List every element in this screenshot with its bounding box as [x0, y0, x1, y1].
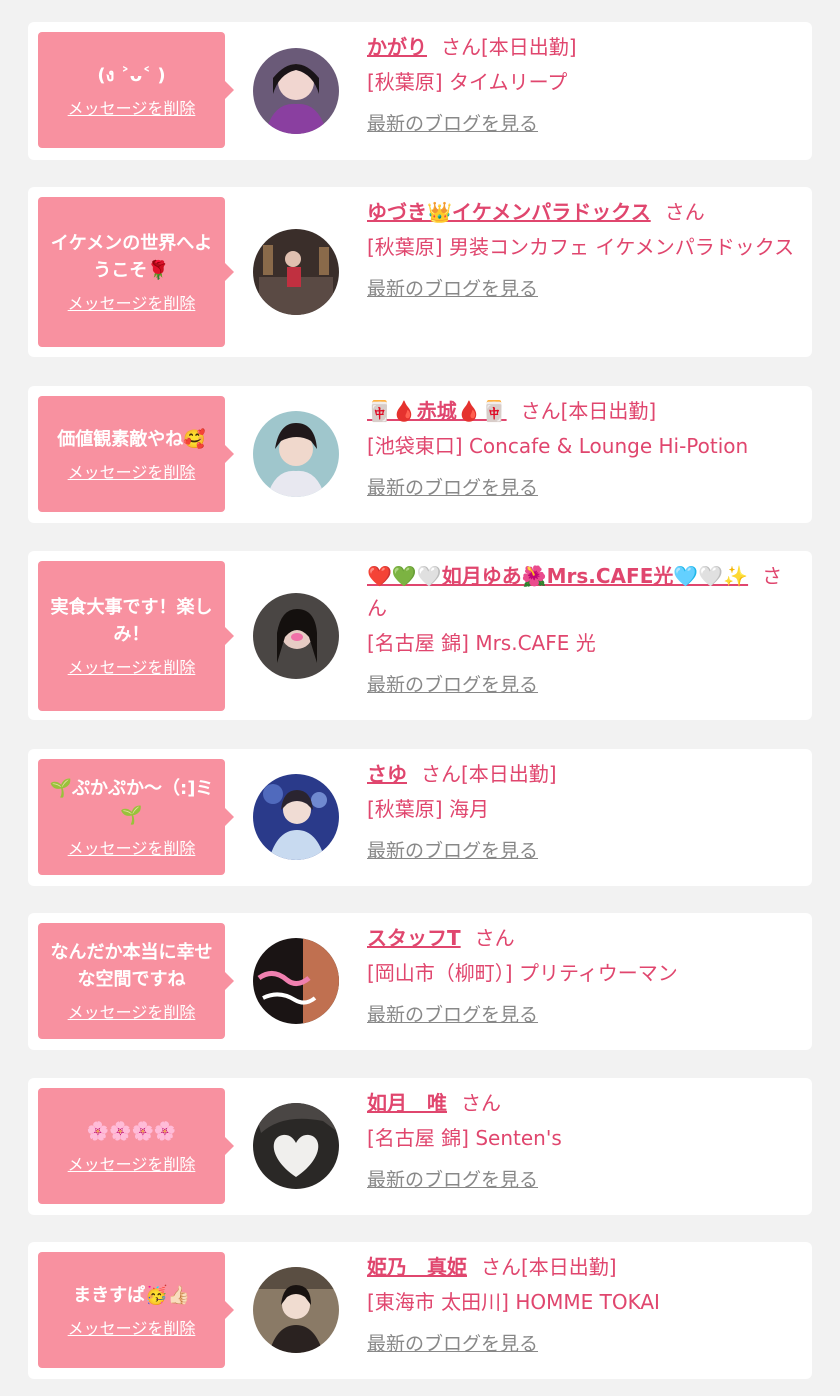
- message-bubble: 価値観素敵やね🥰 メッセージを削除: [38, 396, 234, 512]
- message-text: 🌱ぷかぷか〜（:]ミ🌱: [49, 778, 214, 826]
- avatar[interactable]: [253, 938, 339, 1024]
- cast-info: ❤️💚🤍如月ゆあ🌺Mrs.CAFE光🩵🤍✨ さん [名古屋 錦] Mrs.CAFE…: [367, 560, 797, 699]
- message-text: 実食大事です！楽しみ！: [50, 597, 213, 645]
- cast-info: ゆづき👑イケメンパラドックス さん [秋葉原] 男装コンカフェ イケメンパラドック…: [367, 196, 797, 303]
- delete-message-link[interactable]: メッセージを削除: [68, 1151, 196, 1175]
- avatar[interactable]: [253, 48, 339, 134]
- delete-message-link[interactable]: メッセージを削除: [68, 835, 196, 859]
- delete-message-link[interactable]: メッセージを削除: [68, 459, 196, 483]
- cast-name-link[interactable]: 如月 唯: [367, 1091, 447, 1115]
- cast-name-link[interactable]: 🀄🩸赤城🩸🀄: [367, 399, 507, 423]
- name-line: ❤️💚🤍如月ゆあ🌺Mrs.CAFE光🩵🤍✨ さん: [367, 560, 797, 624]
- cast-name-link[interactable]: スタッフT: [367, 926, 461, 950]
- avatar-photo: [253, 1103, 339, 1189]
- honorific-text: さん[本日出勤]: [441, 35, 577, 59]
- shop-text: [秋葉原] タイムリープ: [367, 70, 568, 94]
- message-text: イケメンの世界へようこそ🌹: [50, 233, 213, 281]
- latest-blog-link[interactable]: 最新のブログを見る: [367, 837, 538, 865]
- name-line: 姫乃 真姫 さん[本日出勤]: [367, 1251, 797, 1283]
- message-bubble: 実食大事です！楽しみ！ メッセージを削除: [38, 561, 234, 711]
- cast-info: スタッフT さん [岡山市（柳町）] プリティウーマン 最新のブログを見る: [367, 922, 797, 1029]
- cast-info: 姫乃 真姫 さん[本日出勤] [東海市 太田川] HOMME TOKAI 最新のブ…: [367, 1251, 797, 1358]
- cast-info: 如月 唯さん [名古屋 錦] Senten's 最新のブログを見る: [367, 1087, 797, 1194]
- message-card: (ง ˃ᴗ˂ ) メッセージを削除 かがり さん[本日出勤] [秋葉原] タイムリ…: [28, 22, 812, 160]
- message-bubble: なんだか本当に幸せな空間ですね メッセージを削除: [38, 923, 234, 1039]
- avatar[interactable]: [253, 1103, 339, 1189]
- message-text: (ง ˃ᴗ˂ ): [97, 64, 166, 86]
- avatar-photo: [253, 1267, 339, 1353]
- cast-name-link[interactable]: ❤️💚🤍如月ゆあ🌺Mrs.CAFE光🩵🤍✨: [367, 564, 748, 588]
- cast-info: かがり さん[本日出勤] [秋葉原] タイムリープ 最新のブログを見る: [367, 31, 797, 138]
- message-bubble: 🌸🌸🌸🌸 メッセージを削除: [38, 1088, 234, 1204]
- shop-text: [岡山市（柳町）] プリティウーマン: [367, 961, 678, 985]
- cast-name-link[interactable]: さゆ: [367, 762, 407, 786]
- avatar-photo: [253, 938, 339, 1024]
- message-text: なんだか本当に幸せな空間ですね: [50, 942, 213, 990]
- message-card: なんだか本当に幸せな空間ですね メッセージを削除 スタッフT さん [岡山市（柳町…: [28, 913, 812, 1050]
- message-bubble: イケメンの世界へようこそ🌹 メッセージを削除: [38, 197, 234, 347]
- honorific-text: さん[本日出勤]: [520, 399, 657, 423]
- name-line: スタッフT さん: [367, 922, 797, 954]
- name-line: さゆ さん[本日出勤]: [367, 758, 797, 790]
- latest-blog-link[interactable]: 最新のブログを見る: [367, 1330, 538, 1358]
- honorific-text: さん[本日出勤]: [481, 1255, 617, 1279]
- shop-text: [池袋東口] Concafe & Lounge Hi-Potion: [367, 434, 749, 458]
- name-line: ゆづき👑イケメンパラドックス さん: [367, 196, 797, 228]
- message-text: まきすぱ🥳👍🏻: [73, 1284, 190, 1306]
- avatar[interactable]: [253, 774, 339, 860]
- name-line: かがり さん[本日出勤]: [367, 31, 797, 63]
- name-line: 如月 唯さん: [367, 1087, 797, 1119]
- message-text: 価値観素敵やね🥰: [57, 428, 206, 450]
- avatar[interactable]: [253, 229, 339, 315]
- shop-text: [名古屋 錦] Mrs.CAFE 光: [367, 631, 596, 655]
- cast-name-link[interactable]: 姫乃 真姫: [367, 1255, 467, 1279]
- honorific-text: さん: [474, 926, 515, 950]
- name-line: 🀄🩸赤城🩸🀄 さん[本日出勤]: [367, 395, 797, 427]
- delete-message-link[interactable]: メッセージを削除: [68, 654, 196, 678]
- latest-blog-link[interactable]: 最新のブログを見る: [367, 474, 538, 502]
- honorific-text: さん[本日出勤]: [421, 762, 557, 786]
- shop-text: [秋葉原] 海月: [367, 797, 489, 821]
- message-text: 🌸🌸🌸🌸: [86, 1120, 177, 1142]
- latest-blog-link[interactable]: 最新のブログを見る: [367, 1001, 538, 1029]
- delete-message-link[interactable]: メッセージを削除: [68, 290, 196, 314]
- message-card: 実食大事です！楽しみ！ メッセージを削除 ❤️💚🤍如月ゆあ🌺Mrs.CAFE光🩵…: [28, 551, 812, 720]
- message-card: 価値観素敵やね🥰 メッセージを削除 🀄🩸赤城🩸🀄 さん[本日出勤] [池袋東口] …: [28, 386, 812, 523]
- message-bubble: まきすぱ🥳👍🏻 メッセージを削除: [38, 1252, 234, 1368]
- avatar-photo: [253, 48, 339, 134]
- avatar[interactable]: [253, 411, 339, 497]
- cast-info: 🀄🩸赤城🩸🀄 さん[本日出勤] [池袋東口] Concafe & Lounge H…: [367, 395, 797, 502]
- latest-blog-link[interactable]: 最新のブログを見る: [367, 671, 538, 699]
- cast-info: さゆ さん[本日出勤] [秋葉原] 海月 最新のブログを見る: [367, 758, 797, 865]
- latest-blog-link[interactable]: 最新のブログを見る: [367, 275, 538, 303]
- message-card: 🌸🌸🌸🌸 メッセージを削除 如月 唯さん [名古屋 錦] Senten's 最新…: [28, 1078, 812, 1215]
- latest-blog-link[interactable]: 最新のブログを見る: [367, 1166, 538, 1194]
- message-bubble: (ง ˃ᴗ˂ ) メッセージを削除: [38, 32, 234, 148]
- avatar-photo: [253, 229, 339, 315]
- shop-text: [秋葉原] 男装コンカフェ イケメンパラドックス: [367, 235, 795, 259]
- honorific-text: さん: [461, 1091, 501, 1115]
- delete-message-link[interactable]: メッセージを削除: [68, 95, 196, 119]
- message-card: 🌱ぷかぷか〜（:]ミ🌱 メッセージを削除 さゆ さん[本日出勤] [秋葉原] 海月…: [28, 749, 812, 886]
- message-card: イケメンの世界へようこそ🌹 メッセージを削除 ゆづき👑イケメンパラドックス さん …: [28, 187, 812, 357]
- shop-text: [名古屋 錦] Senten's: [367, 1126, 562, 1150]
- cast-name-link[interactable]: かがり: [367, 35, 427, 59]
- avatar-photo: [253, 593, 339, 679]
- message-card: まきすぱ🥳👍🏻 メッセージを削除 姫乃 真姫 さん[本日出勤] [東海市 太田川]…: [28, 1242, 812, 1379]
- avatar-photo: [253, 411, 339, 497]
- avatar[interactable]: [253, 1267, 339, 1353]
- avatar[interactable]: [253, 593, 339, 679]
- latest-blog-link[interactable]: 最新のブログを見る: [367, 110, 538, 138]
- message-bubble: 🌱ぷかぷか〜（:]ミ🌱 メッセージを削除: [38, 759, 234, 875]
- cast-name-link[interactable]: ゆづき👑イケメンパラドックス: [367, 200, 651, 224]
- shop-text: [東海市 太田川] HOMME TOKAI: [367, 1290, 660, 1314]
- delete-message-link[interactable]: メッセージを削除: [68, 1315, 196, 1339]
- delete-message-link[interactable]: メッセージを削除: [68, 999, 196, 1023]
- honorific-text: さん: [664, 200, 705, 224]
- avatar-photo: [253, 774, 339, 860]
